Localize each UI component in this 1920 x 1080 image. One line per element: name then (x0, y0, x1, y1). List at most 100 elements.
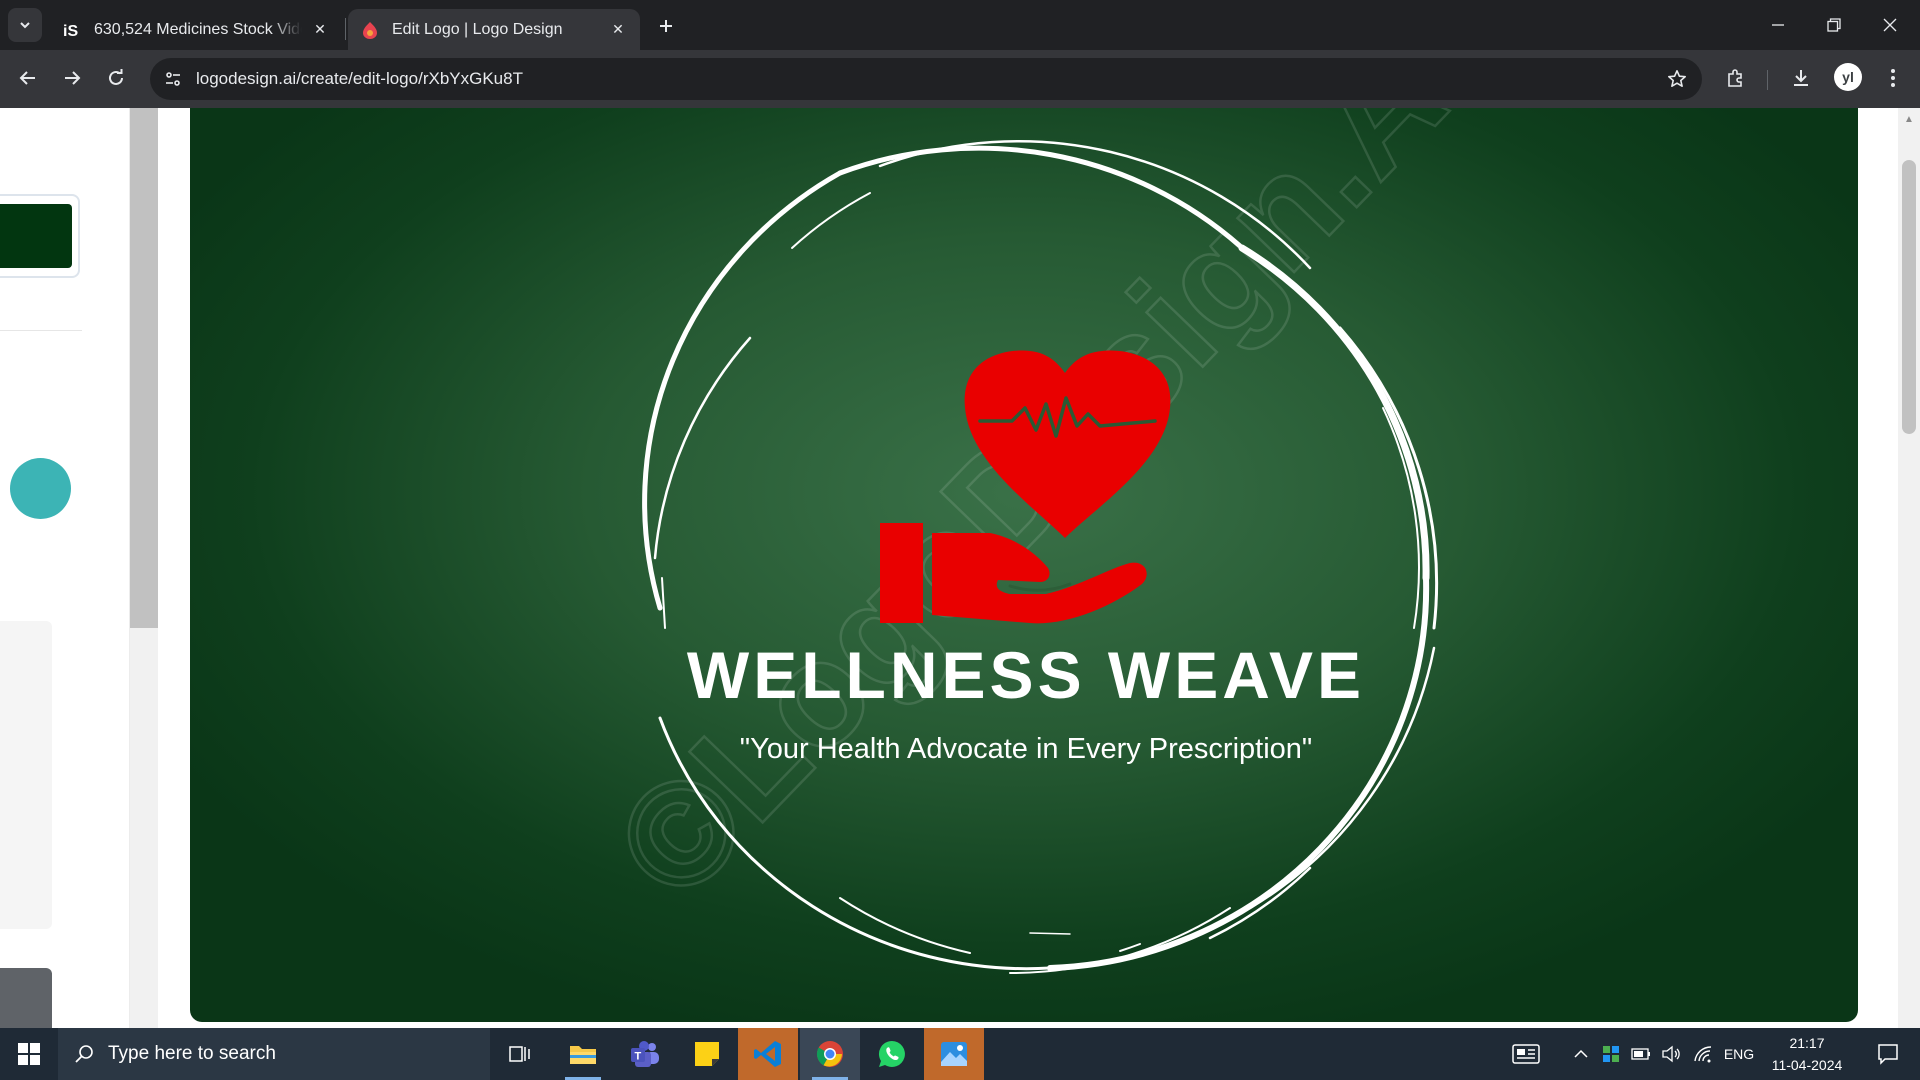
tab-logo-design[interactable]: Edit Logo | Logo Design ✕ (348, 9, 640, 50)
panel-divider (0, 330, 82, 331)
color-option-teal[interactable] (10, 458, 71, 519)
wifi-icon (1694, 1046, 1712, 1063)
tab-title: Edit Logo | Logo Design (392, 20, 563, 38)
url-text[interactable]: logodesign.ai/create/edit-logo/rXbYxGKu8… (196, 69, 523, 89)
reload-icon (109, 69, 123, 85)
close-icon[interactable]: ✕ (608, 20, 628, 40)
arrow-right-icon (65, 71, 81, 85)
download-icon (1794, 70, 1808, 86)
restore-icon (1827, 18, 1841, 32)
istock-icon: iS (62, 19, 82, 40)
chrome-icon (816, 1041, 843, 1067)
back-button[interactable] (10, 60, 46, 96)
sticky-note-icon (695, 1042, 719, 1066)
brand-name-text: WELLNESS WEAVE (687, 638, 1365, 712)
tab-separator (345, 18, 346, 40)
photos-app[interactable] (924, 1028, 984, 1080)
battery-tray-icon[interactable] (1627, 1028, 1655, 1080)
search-placeholder: Type here to search (108, 1043, 276, 1064)
system-clock[interactable]: 21:17 11-04-2024 (1762, 1032, 1852, 1076)
tab-title: 630,524 Medicines Stock Videos (94, 20, 302, 38)
sticky-notes-app[interactable] (677, 1028, 737, 1080)
windows-taskbar: Type here to search T ENG 21:17 11-04-20… (0, 1028, 1920, 1080)
page-content: ©LogoDesign.AI WELLNESS WEAVE "Your Heal… (0, 108, 1920, 1028)
selected-color-swatch[interactable] (0, 194, 80, 278)
close-icon[interactable]: ✕ (310, 20, 330, 40)
vscode-icon (754, 1041, 781, 1067)
clock-time: 21:17 (1789, 1035, 1825, 1051)
close-icon (1883, 18, 1897, 32)
reload-button[interactable] (98, 60, 134, 96)
file-explorer-app[interactable] (553, 1028, 613, 1080)
teams-icon: T (631, 1041, 659, 1067)
bookmark-star-icon[interactable] (1662, 64, 1692, 94)
close-window-button[interactable] (1862, 0, 1918, 50)
tab-search-button[interactable] (8, 8, 42, 42)
wifi-tray-icon[interactable] (1689, 1028, 1717, 1080)
folder-icon (570, 1046, 596, 1064)
clock-date: 11-04-2024 (1771, 1057, 1843, 1073)
volume-tray-icon[interactable] (1657, 1028, 1685, 1080)
vscode-app[interactable] (738, 1028, 798, 1080)
color-swatch-fill (0, 204, 72, 268)
language-indicator[interactable]: ENG (1719, 1028, 1759, 1080)
whatsapp-app[interactable] (862, 1028, 922, 1080)
whatsapp-icon (878, 1040, 905, 1067)
task-view-icon (509, 1046, 530, 1062)
scroll-up-arrow-icon[interactable]: ▲ (1904, 114, 1914, 125)
battery-icon (1631, 1048, 1650, 1060)
restore-button[interactable] (1806, 0, 1862, 50)
chevron-down-icon (20, 22, 30, 29)
profile-avatar[interactable]: yl (1834, 63, 1862, 91)
logo-artwork: ©LogoDesign.AI WELLNESS WEAVE "Your Heal… (583, 108, 1505, 975)
browser-toolbar: logodesign.ai/create/edit-logo/rXbYxGKu8… (0, 50, 1920, 108)
speaker-icon (1662, 1045, 1680, 1063)
tab-istock[interactable]: iS 630,524 Medicines Stock Videos ✕ (50, 9, 342, 50)
minimize-button[interactable] (1750, 0, 1806, 50)
watermark-text: ©LogoDesign.AI (584, 108, 1504, 930)
start-button[interactable] (0, 1028, 58, 1080)
notification-icon (1878, 1044, 1898, 1065)
search-icon (75, 1045, 93, 1063)
svg-text:iS: iS (63, 23, 78, 40)
page-scrollbar[interactable]: ▲ (1898, 108, 1920, 1028)
new-tab-button[interactable] (652, 12, 680, 40)
extensions-button[interactable] (1718, 60, 1754, 96)
defender-tray-icon[interactable] (1597, 1028, 1625, 1080)
chrome-app[interactable] (800, 1028, 860, 1080)
teams-app[interactable]: T (615, 1028, 675, 1080)
minimize-icon (1772, 24, 1784, 26)
scrollbar-thumb[interactable] (130, 108, 158, 628)
logodesign-icon (360, 20, 380, 40)
scrollbar-thumb[interactable] (1902, 160, 1916, 434)
puzzle-icon (1728, 69, 1742, 87)
site-info-icon[interactable] (158, 64, 188, 94)
news-icon (1512, 1044, 1540, 1064)
photos-icon (941, 1042, 967, 1066)
plus-icon (660, 20, 672, 32)
notifications-button[interactable] (1862, 1028, 1914, 1080)
tagline-text: "Your Health Advocate in Every Prescript… (740, 733, 1312, 765)
tab-strip: iS 630,524 Medicines Stock Videos ✕ Edit… (0, 0, 1920, 50)
menu-button[interactable] (1875, 60, 1911, 96)
left-panel-scrollbar[interactable] (130, 108, 158, 1028)
logo-canvas-area: ©LogoDesign.AI WELLNESS WEAVE "Your Heal… (158, 108, 1898, 1028)
chevron-up-icon (1574, 1049, 1588, 1058)
forward-button[interactable] (54, 60, 90, 96)
windows-logo-icon (18, 1043, 40, 1065)
editor-left-panel (0, 108, 130, 1028)
logo-preview[interactable]: ©LogoDesign.AI WELLNESS WEAVE "Your Heal… (190, 108, 1858, 1022)
taskbar-search-box[interactable]: Type here to search (58, 1028, 490, 1080)
panel-card (0, 621, 52, 929)
show-hidden-icons-button[interactable] (1567, 1028, 1595, 1080)
shield-app-icon (1603, 1046, 1619, 1062)
toolbar-divider (1767, 70, 1768, 90)
downloads-button[interactable] (1783, 60, 1819, 96)
arrow-left-icon (19, 71, 35, 85)
task-view-button[interactable] (490, 1028, 550, 1080)
news-widget-button[interactable] (1500, 1028, 1552, 1080)
panel-card-dark[interactable] (0, 968, 52, 1028)
svg-text:T: T (635, 1051, 642, 1063)
address-bar[interactable]: logodesign.ai/create/edit-logo/rXbYxGKu8… (150, 58, 1702, 100)
kebab-menu-icon (1891, 69, 1895, 87)
